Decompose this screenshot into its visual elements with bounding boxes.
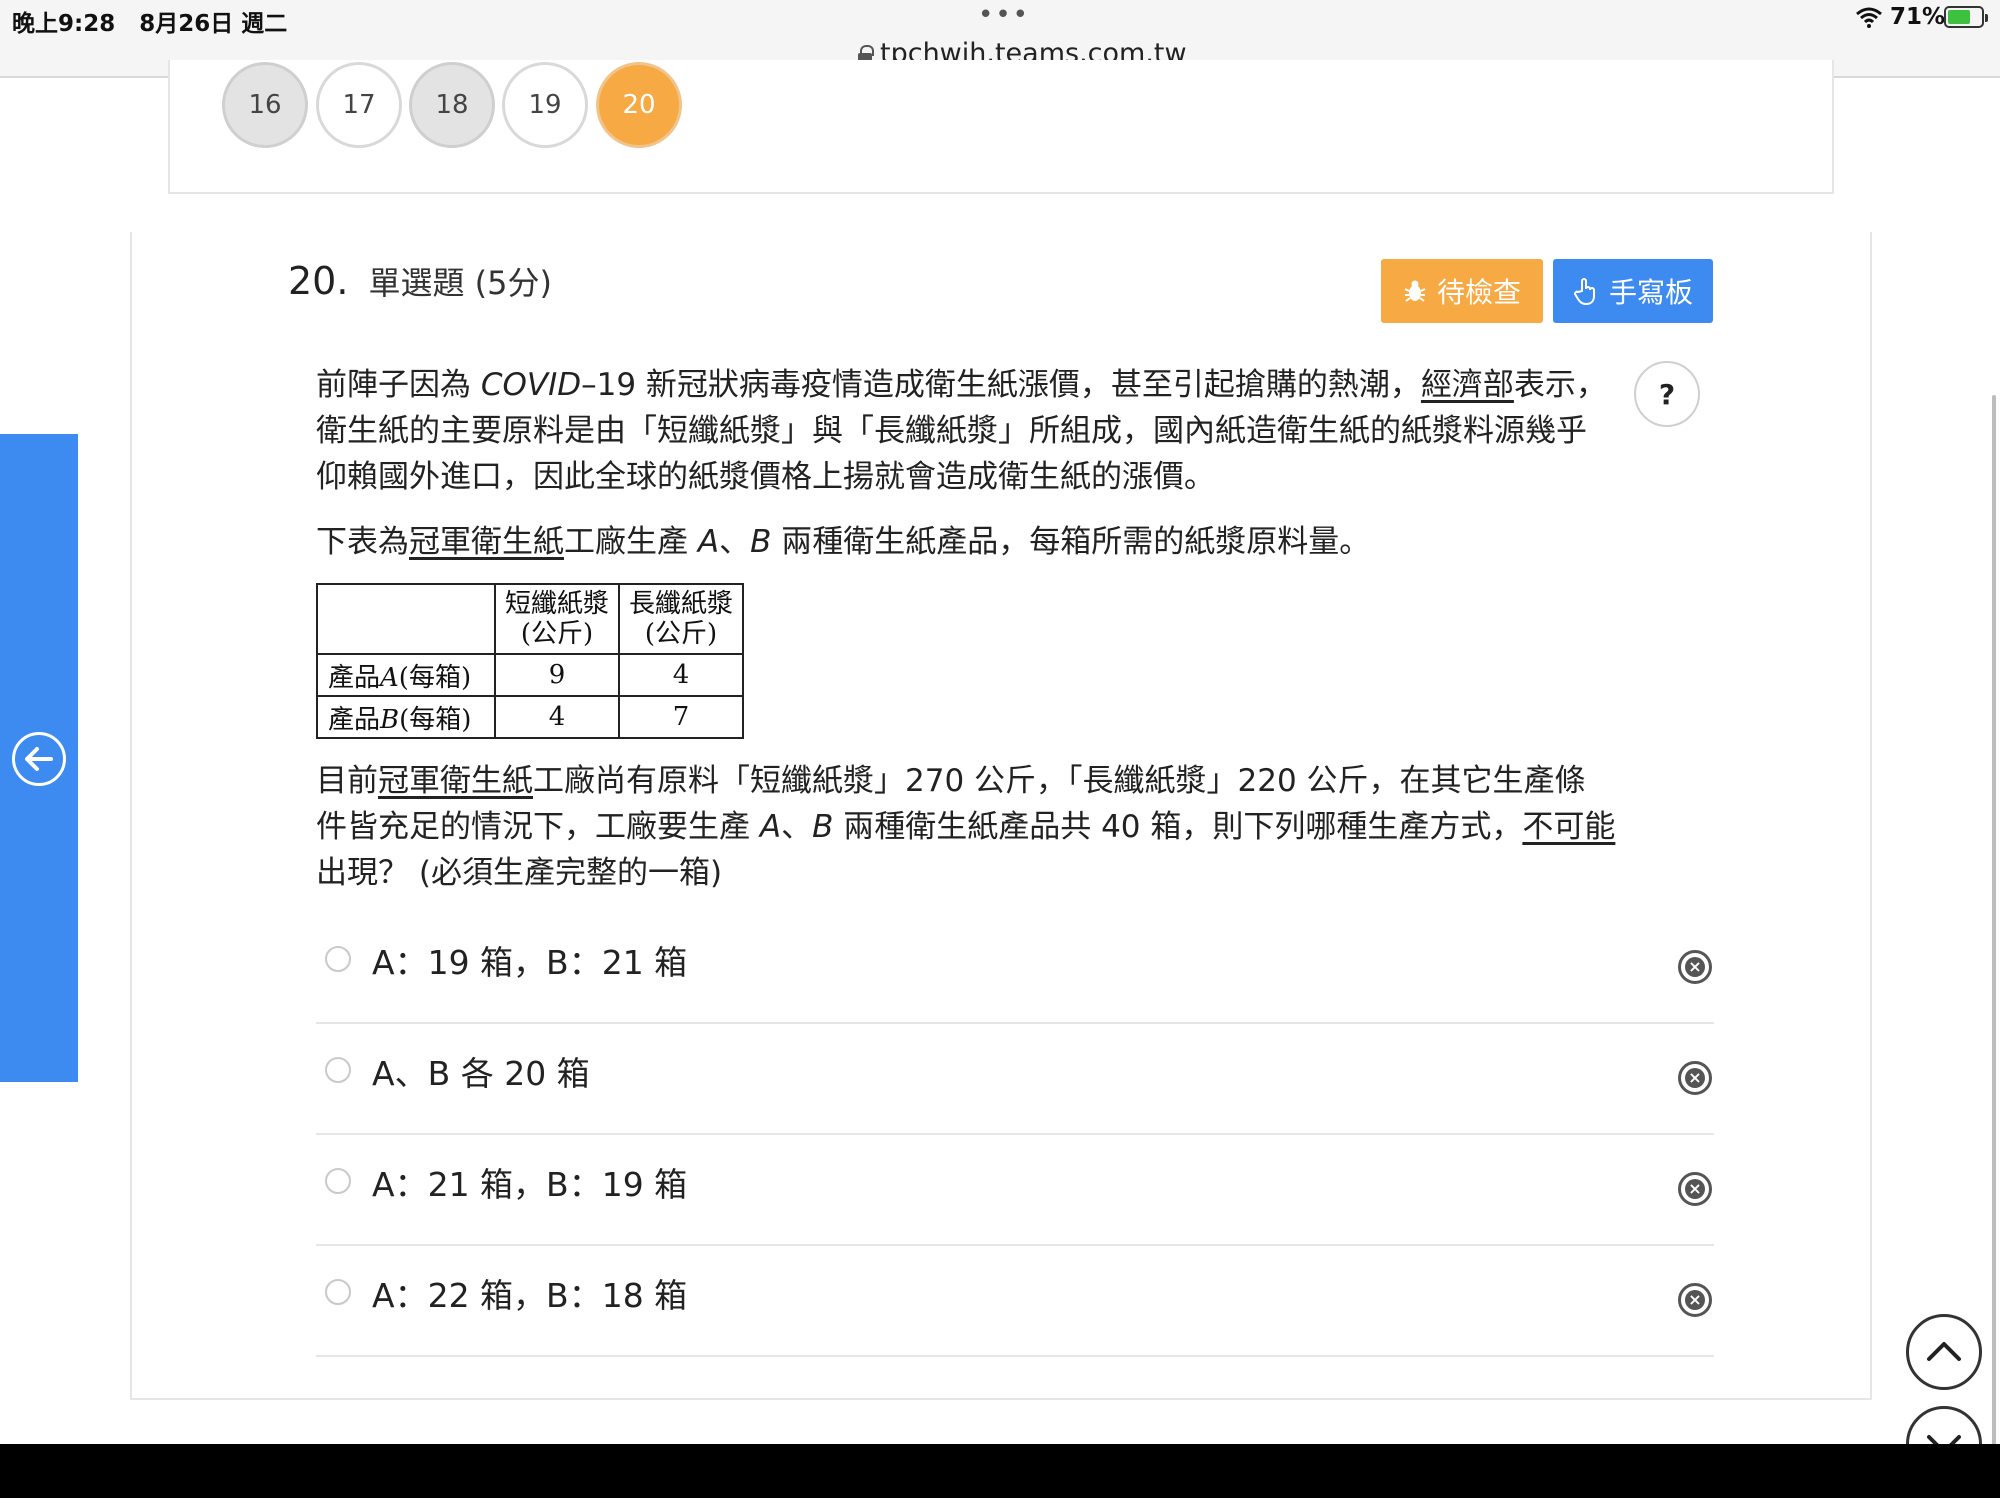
option-radio[interactable]: [325, 946, 351, 972]
pending-check-label: 待檢查: [1436, 276, 1521, 309]
label-text: 產品: [328, 704, 381, 735]
bottom-bar: [0, 1444, 2000, 1498]
text-span: 下表為: [316, 524, 409, 560]
table-corner: [316, 583, 496, 655]
pending-check-button[interactable]: 待檢查: [1381, 259, 1543, 323]
option-4[interactable]: A：22 箱，B：18 箱 ×: [316, 1247, 1714, 1357]
eliminate-option-icon[interactable]: ×: [1678, 950, 1712, 984]
text-span: 兩種衛生紙產品，每箱所需的紙漿原料量。: [771, 524, 1371, 560]
option-1[interactable]: A：19 箱，B：21 箱 ×: [316, 914, 1714, 1024]
label-product: B: [380, 704, 400, 735]
question-type: 單選題 (5分): [368, 264, 552, 302]
header-unit: (公斤): [520, 619, 594, 649]
handwriting-board-label: 手寫板: [1608, 276, 1693, 309]
table-header-short: 短纖紙漿 (公斤): [494, 583, 620, 655]
wifi-icon: [1856, 7, 1882, 28]
text-negation: 不可能: [1522, 809, 1616, 845]
option-text: A、B 各 20 箱: [372, 1054, 590, 1093]
hand-pointer-icon: [1573, 278, 1595, 305]
text-span: 工廠生產: [564, 524, 698, 560]
text-span: 出現？ (必須生產完整的一箱): [316, 855, 723, 891]
text-span: 兩種衛生紙產品共 40 箱，則下列哪種生產方式，: [833, 809, 1523, 845]
text-span: 、: [781, 809, 813, 845]
question-header: 20. 單選題 (5分): [288, 258, 552, 304]
option-text: A：22 箱，B：18 箱: [372, 1276, 688, 1315]
eliminate-option-icon[interactable]: ×: [1678, 1172, 1712, 1206]
label-product: A: [380, 662, 399, 693]
date: 8月26日 週二: [139, 11, 288, 37]
more-dots-icon[interactable]: •••: [978, 0, 1030, 30]
chevron-up-icon: [1927, 1342, 1961, 1361]
eliminate-option-icon[interactable]: ×: [1678, 1061, 1712, 1095]
option-2[interactable]: A、B 各 20 箱 ×: [316, 1025, 1714, 1135]
battery-percent: 71%: [1890, 4, 1946, 30]
text-span: 目前: [316, 763, 378, 799]
option-text: A：19 箱，B：21 箱: [372, 943, 688, 982]
label-unit: (每箱): [398, 662, 472, 693]
row-label: 產品A(每箱): [316, 653, 496, 697]
scrollbar[interactable]: [1992, 395, 1996, 1455]
pulp-table: 短纖紙漿 (公斤) 長纖紙漿 (公斤) 產品A(每箱) 9 4 產品B(每箱) …: [316, 583, 744, 739]
handwriting-board-button[interactable]: 手寫板: [1553, 259, 1713, 323]
eliminate-option-icon[interactable]: ×: [1678, 1283, 1712, 1317]
text-product-b: B: [750, 524, 772, 560]
option-text: A：21 箱，B：19 箱: [372, 1165, 688, 1204]
question-nav-19[interactable]: 19: [502, 62, 588, 148]
label-text: 產品: [328, 662, 381, 693]
help-button[interactable]: ?: [1634, 361, 1700, 427]
cell-short: 9: [494, 653, 620, 697]
text-span: 前陣子因為: [316, 367, 481, 403]
text-span: –19 新冠狀病毒疫情造成衛生紙漲價，甚至引起搶購的熱潮，: [581, 367, 1421, 403]
question-paragraph-2: 下表為冠軍衛生紙工廠生產 A、B 兩種衛生紙產品，每箱所需的紙漿原料量。: [316, 519, 1616, 565]
text-span: 、: [719, 524, 751, 560]
clock: 晚上9:28: [12, 11, 116, 37]
option-radio[interactable]: [325, 1057, 351, 1083]
question-paragraph-1: 前陣子因為 COVID–19 新冠狀病毒疫情造成衛生紙漲價，甚至引起搶購的熱潮，…: [316, 362, 1616, 500]
bug-icon: [1404, 280, 1426, 302]
option-radio[interactable]: [325, 1279, 351, 1305]
table-row: 產品B(每箱) 4 7: [316, 695, 744, 739]
back-arrow-icon[interactable]: [12, 732, 66, 786]
scroll-up-button[interactable]: [1906, 1314, 1982, 1390]
header-text: 短纖紙漿: [504, 589, 609, 619]
text-company: 冠軍衛生紙: [378, 763, 533, 799]
cell-long: 7: [618, 695, 744, 739]
text-covid: COVID: [480, 367, 582, 403]
battery-icon: [1944, 6, 1988, 28]
text-ministry: 經濟部: [1420, 367, 1514, 403]
table-header-long: 長纖紙漿 (公斤): [618, 583, 744, 655]
status-time: 晚上9:28 8月26日 週二: [12, 4, 287, 38]
option-radio[interactable]: [325, 1168, 351, 1194]
question-paragraph-3: 目前冠軍衛生紙工廠尚有原料「短纖紙漿」270 公斤，「長纖紙漿」220 公斤，在…: [316, 758, 1616, 896]
question-nav-17[interactable]: 17: [316, 62, 402, 148]
question-nav-16[interactable]: 16: [222, 62, 308, 148]
table-row: 產品A(每箱) 9 4: [316, 653, 744, 697]
option-3[interactable]: A：21 箱，B：19 箱 ×: [316, 1136, 1714, 1246]
question-nav-20[interactable]: 20: [596, 62, 682, 148]
cell-long: 4: [618, 653, 744, 697]
text-product-a: A: [759, 809, 782, 845]
text-product-a: A: [697, 524, 720, 560]
header-unit: (公斤): [644, 619, 718, 649]
header-text: 長纖紙漿: [628, 589, 733, 619]
row-label: 產品B(每箱): [316, 695, 496, 739]
question-nav-18[interactable]: 18: [409, 62, 495, 148]
cell-short: 4: [494, 695, 620, 739]
text-product-b: B: [812, 809, 834, 845]
text-company: 冠軍衛生紙: [409, 524, 564, 560]
question-number: 20.: [288, 259, 349, 303]
label-unit: (每箱): [399, 704, 472, 735]
